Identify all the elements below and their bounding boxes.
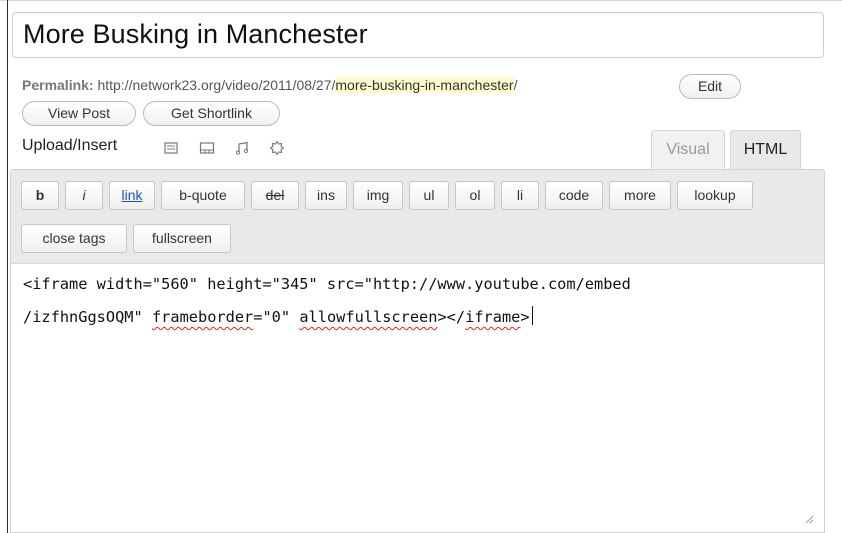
del-button[interactable]: del (251, 181, 299, 210)
quicktags-toolbar: b i link b-quote del ins img ul ol li co… (11, 170, 824, 264)
fullscreen-button[interactable]: fullscreen (133, 224, 231, 253)
code-segment: /izfhnGgsOQM" (23, 308, 152, 326)
tab-visual[interactable]: Visual (651, 130, 725, 170)
add-video-icon[interactable] (199, 140, 215, 156)
code-segment: > (520, 308, 530, 326)
img-button[interactable]: img (353, 181, 403, 210)
html-editor-textarea[interactable]: <iframe width="560" height="345" src="ht… (11, 264, 824, 532)
bold-button[interactable]: b (21, 181, 59, 210)
blockquote-button[interactable]: b-quote (161, 181, 245, 210)
editor-panel: b i link b-quote del ins img ul ol li co… (10, 169, 825, 533)
misspelled-word: allowfullscreen (299, 308, 438, 326)
code-line-1: <iframe width="560" height="345" src="ht… (23, 275, 631, 293)
text-caret (531, 306, 533, 325)
code-button[interactable]: code (545, 181, 603, 210)
permalink-label: Permalink: (22, 77, 94, 93)
resize-handle-icon[interactable] (804, 514, 814, 524)
close-tags-button[interactable]: close tags (21, 224, 127, 253)
add-image-icon[interactable] (163, 140, 179, 156)
get-shortlink-button[interactable]: Get Shortlink (143, 101, 280, 126)
li-button[interactable]: li (501, 181, 539, 210)
permalink-row: Permalink: http://network23.org/video/20… (22, 77, 517, 93)
code-line-2: /izfhnGgsOQM" frameborder="0" allowfulls… (23, 306, 533, 326)
view-post-button[interactable]: View Post (22, 101, 136, 126)
permalink-suffix: / (513, 77, 518, 93)
edit-permalink-button[interactable]: Edit (679, 74, 741, 99)
upload-insert-label: Upload/Insert (22, 137, 118, 154)
lookup-button[interactable]: lookup (677, 181, 753, 210)
code-segment: ="0" (253, 308, 300, 326)
post-title-text: More Busking in Manchester (23, 19, 368, 49)
top-border (0, 0, 842, 1)
misspelled-word: frameborder (151, 308, 254, 326)
tab-html[interactable]: HTML (730, 130, 801, 170)
add-media-icon[interactable] (269, 140, 285, 156)
permalink-slug[interactable]: more-busking-in-manchester (335, 77, 514, 93)
more-button[interactable]: more (609, 181, 671, 210)
code-segment: ></ (437, 308, 466, 326)
permalink-base: http://network23.org/video/2011/08/27/ (97, 77, 336, 93)
left-border (7, 0, 8, 533)
post-title-input[interactable]: More Busking in Manchester (12, 12, 824, 58)
italic-button[interactable]: i (65, 181, 103, 210)
ins-button[interactable]: ins (305, 181, 347, 210)
link-button[interactable]: link (109, 181, 155, 210)
add-audio-icon[interactable] (234, 140, 250, 156)
ol-button[interactable]: ol (455, 181, 495, 210)
misspelled-word: iframe (465, 308, 521, 326)
ul-button[interactable]: ul (409, 181, 449, 210)
